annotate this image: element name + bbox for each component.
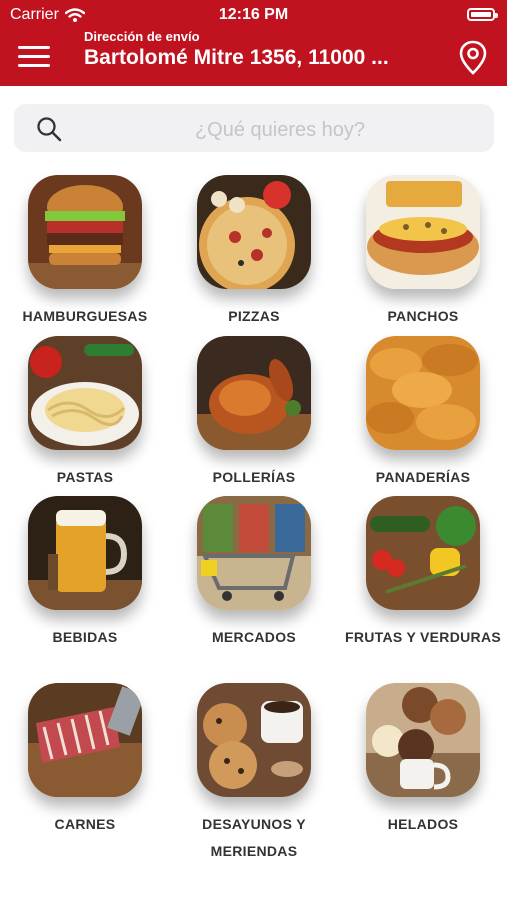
search-input[interactable]	[74, 112, 486, 148]
address-label: Dirección de envío	[84, 29, 200, 44]
category-panaderias[interactable]: PANADERÍAS	[339, 336, 507, 491]
pasta-image	[28, 336, 142, 450]
coffee-cookies-image	[197, 683, 311, 797]
category-label: PASTAS	[56, 469, 114, 485]
category-label: BEBIDAS	[52, 629, 118, 645]
menu-button[interactable]	[18, 46, 50, 70]
category-pollerias[interactable]: POLLERÍAS	[170, 336, 338, 491]
pizza-image	[197, 175, 311, 289]
category-hamburguesas[interactable]: HAMBURGUESAS	[1, 175, 169, 330]
search-icon	[37, 117, 62, 142]
category-bebidas[interactable]: BEBIDAS	[1, 496, 169, 651]
search-bar[interactable]	[14, 104, 494, 152]
meat-image	[28, 683, 142, 797]
category-helados[interactable]: HELADOS	[339, 683, 507, 838]
category-label: PIZZAS	[228, 308, 280, 324]
shopping-cart-image	[197, 496, 311, 610]
category-label: CARNES	[54, 816, 116, 832]
status-bar: Carrier 12:16 PM	[0, 0, 507, 28]
vegetables-image	[366, 496, 480, 610]
category-carnes[interactable]: CARNES	[1, 683, 169, 838]
category-label: PANADERÍAS	[375, 469, 471, 485]
category-panchos[interactable]: PANCHOS	[339, 175, 507, 330]
croissants-image	[366, 336, 480, 450]
category-label: HAMBURGUESAS	[22, 308, 148, 324]
location-pin-icon[interactable]	[458, 40, 488, 76]
category-pastas[interactable]: PASTAS	[1, 336, 169, 491]
beer-mug-image	[28, 496, 142, 610]
roast-chicken-image	[197, 336, 311, 450]
hotdog-image	[366, 175, 480, 289]
category-pizzas[interactable]: PIZZAS	[170, 175, 338, 330]
category-label: POLLERÍAS	[212, 469, 296, 485]
category-label: HELADOS	[387, 816, 459, 832]
clock: 12:16 PM	[218, 6, 289, 23]
delivery-address[interactable]: Bartolomé Mitre 1356, 11000 ...	[84, 46, 389, 70]
category-mercados[interactable]: MERCADOS	[170, 496, 338, 651]
category-desayunos-meriendas[interactable]: DESAYUNOS Y MERIENDAS	[170, 683, 338, 865]
category-label: MERCADOS	[211, 629, 297, 645]
hamburger-image	[28, 175, 142, 289]
category-label: PANCHOS	[387, 308, 459, 324]
category-frutas-verduras[interactable]: FRUTAS Y VERDURAS	[339, 496, 507, 651]
category-label: FRUTAS Y VERDURAS	[344, 629, 501, 645]
category-label: DESAYUNOS Y MERIENDAS	[202, 816, 306, 859]
ice-cream-image	[366, 683, 480, 797]
battery-icon	[467, 8, 498, 21]
app-header: Carrier 12:16 PM Dirección de envío Bart…	[0, 0, 507, 86]
